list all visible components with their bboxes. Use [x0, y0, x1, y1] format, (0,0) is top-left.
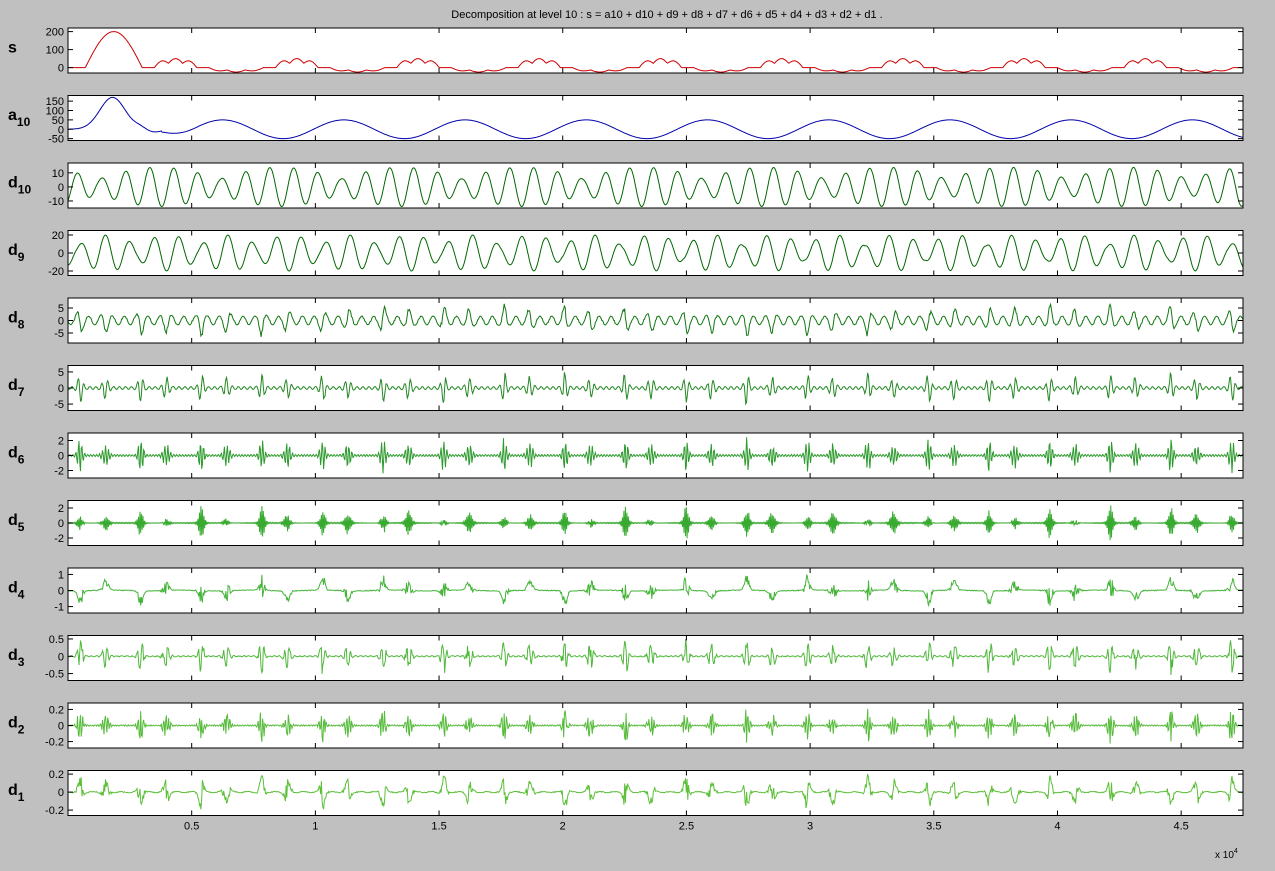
row-label-main: d	[8, 175, 18, 192]
y-tick-label: 2	[58, 436, 64, 448]
y-tick-label: -2	[54, 533, 64, 545]
x-tick-label: 1	[312, 821, 318, 833]
y-tick-label: 150	[46, 96, 64, 108]
subplot-d9: -20 0 20 d9	[8, 230, 1244, 278]
subplot-d2: -0.2 0 0.2 d2	[8, 702, 1244, 749]
y-tick-label: 5	[58, 303, 64, 315]
row-label-main: d	[8, 782, 18, 799]
row-label-main: d	[8, 512, 18, 529]
y-tick-label: -2	[54, 466, 64, 478]
row-label-subscript: 7	[18, 385, 25, 399]
subplot-d6: -2 0 2 d6	[8, 432, 1244, 479]
x-tick-label: 1.5	[431, 821, 446, 833]
plot-area-d1	[68, 770, 1243, 816]
y-tick-label: 200	[46, 27, 64, 39]
row-label-main: d	[8, 580, 18, 597]
subplot-d1: -0.2 0 0.2 d1	[8, 769, 1244, 817]
row-label-main: d	[8, 647, 18, 664]
subplot-d4: -1 0 1 d4	[8, 567, 1244, 614]
x-tick-label: 2	[560, 821, 566, 833]
row-label-subscript: 3	[18, 655, 25, 669]
x-tick-label: 0.5	[184, 821, 199, 833]
y-tick-label: 0	[58, 586, 64, 598]
y-tick-label: 10	[52, 168, 64, 180]
row-label-s: s	[8, 40, 17, 57]
row-label-subscript: 10	[17, 115, 31, 129]
x-tick-label: 3	[807, 821, 813, 833]
row-label-main: d	[8, 310, 18, 327]
y-tick-label: 20	[52, 230, 64, 242]
y-tick-label: 0.5	[49, 634, 64, 646]
y-tick-label: 100	[46, 45, 64, 57]
y-tick-label: 0	[58, 248, 64, 260]
row-label-main: d	[8, 445, 18, 462]
y-tick-label: 0	[58, 182, 64, 194]
y-tick-label: 5	[58, 367, 64, 379]
y-tick-label: 0	[58, 316, 64, 328]
y-tick-label: 0	[58, 63, 64, 75]
subplot-a10: -50050100150a10	[8, 95, 1244, 146]
y-tick-label: -0.2	[45, 737, 64, 749]
x-scale-base: x 10	[1215, 850, 1234, 861]
x-tick-label: 4	[1054, 821, 1060, 833]
row-label-main: d	[8, 377, 18, 394]
row-label-subscript: 4	[18, 588, 25, 602]
y-tick-label: 0	[58, 787, 64, 799]
subplot-d5: -2 0 2 d5	[8, 500, 1244, 546]
subplot-d10: -10010d10	[8, 162, 1244, 209]
row-label-main: d	[8, 242, 18, 259]
row-label-subscript: 8	[18, 318, 25, 332]
y-tick-label: -5	[54, 399, 64, 411]
row-label-subscript: 1	[18, 790, 25, 804]
y-tick-label: 0.2	[49, 769, 64, 781]
y-tick-label: 1	[58, 569, 64, 581]
plot-area-s	[68, 28, 1243, 73]
subplot-d7: -5 0 5 d7	[8, 365, 1244, 411]
y-tick-label: 0	[58, 518, 64, 530]
row-label-main: s	[8, 40, 17, 57]
row-label-subscript: 2	[18, 723, 25, 737]
decomposition-figure: Decomposition at level 10 : s = a10 + d1…	[0, 0, 1275, 871]
x-tick-label: 3.5	[926, 821, 941, 833]
plot-area-a10	[68, 95, 1243, 141]
row-label-main: d	[8, 715, 18, 732]
x-tick-label: 2.5	[679, 821, 694, 833]
row-label-subscript: 9	[18, 250, 25, 264]
subplot-d8: -505 d8	[8, 297, 1244, 344]
y-tick-label: -10	[48, 196, 64, 208]
figure-title: Decomposition at level 10 : s = a10 + d1…	[451, 9, 882, 21]
y-tick-label: 2	[58, 503, 64, 515]
y-tick-label: 0	[58, 383, 64, 395]
y-tick-label: -0.2	[45, 805, 64, 817]
y-tick-label: -1	[54, 602, 64, 614]
y-tick-label: 0	[58, 451, 64, 463]
x-scale-exponent: 4	[1234, 848, 1238, 855]
y-tick-label: -20	[48, 266, 64, 278]
y-tick-label: 0	[58, 721, 64, 733]
subplot-s: 0 100 200 s	[8, 27, 1244, 75]
row-label-subscript: 6	[18, 453, 25, 467]
y-tick-label: 0.2	[49, 704, 64, 716]
plot-area-d3	[68, 635, 1243, 681]
y-tick-label: -5	[54, 328, 64, 340]
row-label-main: a	[8, 107, 17, 124]
x-tick-label: 4.5	[1174, 821, 1189, 833]
row-label-subscript: 5	[18, 520, 25, 534]
row-label-subscript: 10	[18, 183, 32, 197]
y-tick-label: 0	[58, 651, 64, 663]
y-tick-label: -0.5	[45, 669, 64, 681]
subplot-d3: -0.5 0 0.5 d3	[8, 634, 1244, 681]
